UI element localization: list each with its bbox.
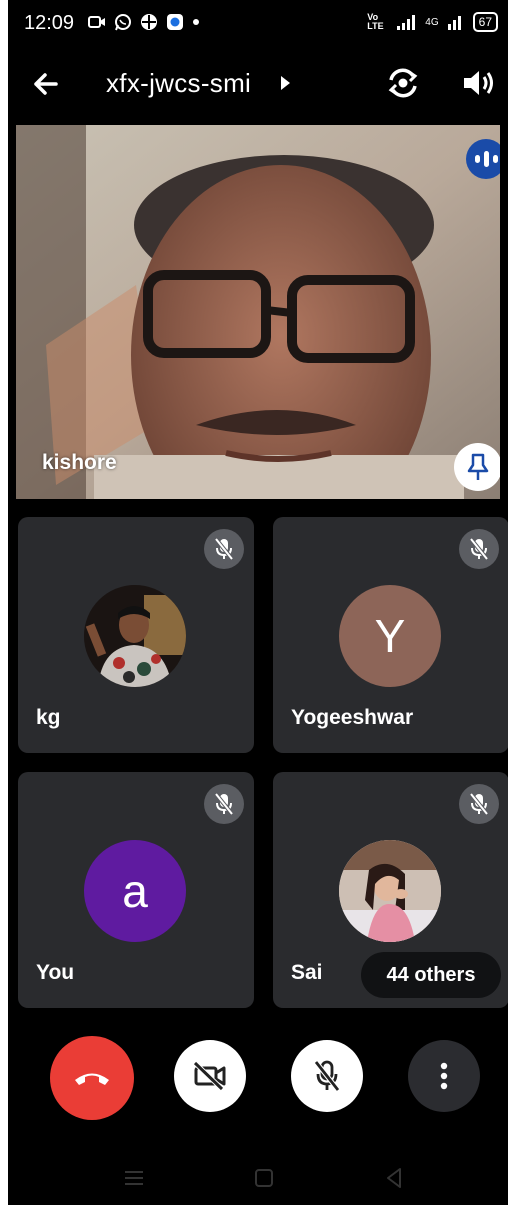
home-nav-icon[interactable]: [250, 1164, 278, 1192]
notification-dot-icon: [193, 19, 199, 25]
avatar-letter: Y: [374, 610, 406, 662]
pin-icon: [467, 453, 489, 480]
participant-name: kishore: [42, 451, 117, 474]
avatar: Y: [339, 585, 441, 687]
video-off-icon: [193, 1061, 226, 1091]
others-count-label: 44 others: [386, 963, 476, 986]
system-navigation-bar: [8, 1150, 508, 1205]
caret-right-icon[interactable]: [278, 74, 292, 92]
participant-tile-kg[interactable]: kg: [18, 517, 254, 753]
participant-tile-you[interactable]: a You: [18, 772, 254, 1008]
signal-strength-icon: [397, 15, 416, 30]
meeting-app-bar: xfx-jwcs-smi: [8, 52, 508, 114]
mic-off-icon: [314, 1060, 340, 1092]
app-notification-icon: [141, 14, 157, 30]
whatsapp-icon: [115, 14, 131, 31]
back-nav-icon[interactable]: [380, 1164, 408, 1192]
muted-indicator: [204, 784, 244, 824]
end-call-button[interactable]: [50, 1036, 134, 1120]
participant-name: Yogeeshwar: [291, 706, 414, 729]
muted-indicator: [459, 784, 499, 824]
mic-off-icon: [469, 792, 489, 816]
more-options-button[interactable]: [408, 1040, 480, 1112]
participant-name: Sai: [291, 961, 323, 984]
audio-output-button[interactable]: [456, 62, 498, 104]
status-bar: 12:09 Vo LTE 4G 67: [8, 0, 508, 52]
status-time: 12:09: [24, 12, 75, 34]
mic-off-icon: [469, 537, 489, 561]
muted-indicator: [459, 529, 499, 569]
signal-app-icon: [167, 14, 183, 30]
switch-camera-button[interactable]: [382, 62, 424, 104]
avatar: [339, 840, 441, 942]
participant-tile-yogeeshwar[interactable]: Y Yogeeshwar: [273, 517, 508, 753]
phone-hangup-icon: [75, 1073, 109, 1085]
volte-label: Vo LTE: [367, 12, 384, 31]
back-button[interactable]: [26, 64, 66, 104]
phone-screen: 12:09 Vo LTE 4G 67 xfx-jwcs-smi kishore …: [8, 0, 508, 1205]
camera-flip-icon: [388, 68, 418, 98]
arrow-left-icon: [34, 73, 58, 95]
speaking-indicator-icon: [466, 139, 500, 179]
avatar: a: [84, 840, 186, 942]
avatar: [84, 585, 186, 687]
others-count-button[interactable]: 44 others: [361, 952, 501, 998]
network-type-label: 4G: [425, 16, 439, 28]
menu-nav-icon[interactable]: [120, 1164, 148, 1192]
mic-off-icon: [214, 792, 234, 816]
participant-tile-sai[interactable]: Sai 44 others: [273, 772, 508, 1008]
status-notification-icons: [88, 13, 200, 31]
participant-name: kg: [36, 706, 61, 729]
more-vert-icon: [440, 1062, 448, 1090]
muted-indicator: [204, 529, 244, 569]
participant-video: [16, 125, 500, 499]
profile-photo: [84, 585, 186, 687]
status-system-icons: Vo LTE 4G 67: [367, 12, 498, 32]
participant-name: You: [36, 961, 75, 984]
meeting-code[interactable]: xfx-jwcs-smi: [106, 68, 251, 99]
pin-button[interactable]: [454, 443, 500, 491]
video-notification-icon: [88, 16, 105, 28]
main-participant-tile[interactable]: kishore: [16, 125, 500, 499]
profile-photo: [339, 840, 441, 942]
mic-toggle-button[interactable]: [291, 1040, 363, 1112]
avatar-letter: a: [122, 865, 148, 917]
camera-toggle-button[interactable]: [174, 1040, 246, 1112]
mic-off-icon: [214, 537, 234, 561]
speaker-icon: [464, 71, 493, 95]
signal-strength-2-icon: [447, 16, 461, 30]
battery-indicator: 67: [472, 12, 498, 32]
